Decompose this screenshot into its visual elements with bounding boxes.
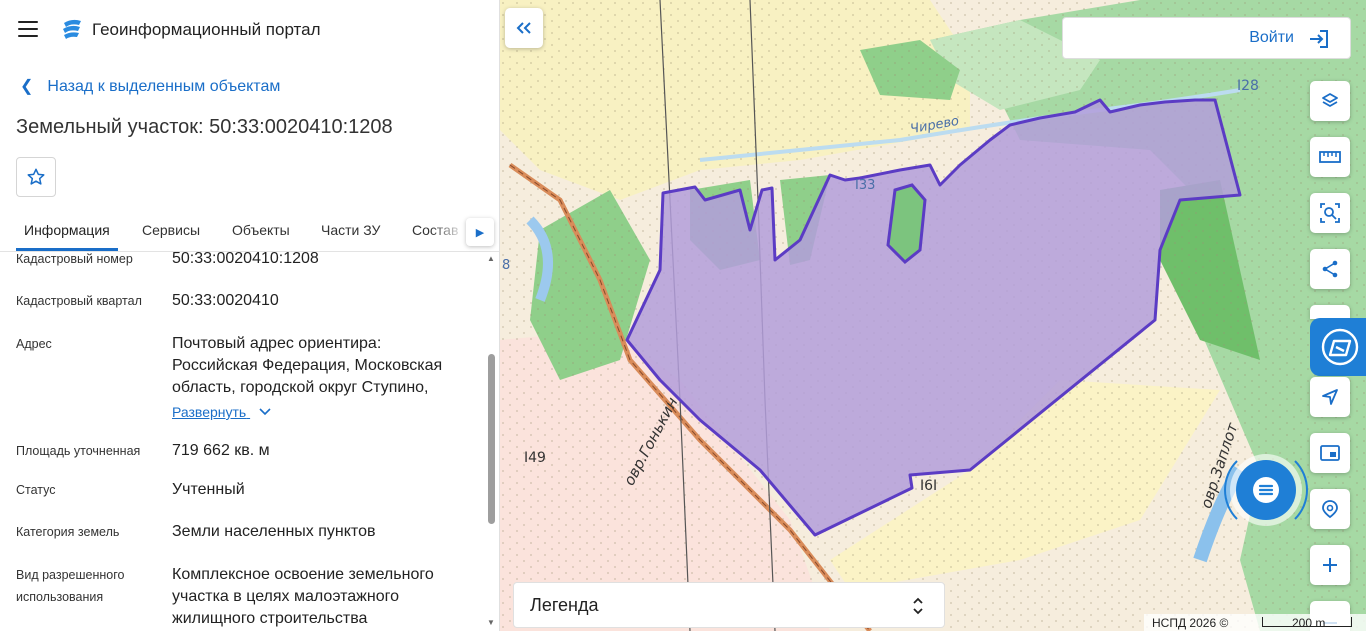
select-area-icon xyxy=(1320,203,1340,223)
active-tab-indicator xyxy=(16,248,118,251)
map-canvas[interactable]: I28 I33 I49 I6I 8 Чирево овр.Гонькин овр… xyxy=(500,0,1366,631)
map-base-layer xyxy=(500,0,1366,631)
layers-icon xyxy=(1322,93,1338,107)
info-panel: Геоинформационный портал ❮ Назад к выделе… xyxy=(0,0,500,631)
scroll-down-arrow[interactable]: ▼ xyxy=(487,618,495,627)
tab-bar: Информация Сервисы Объекты Части ЗУ Сост… xyxy=(0,210,499,252)
search-map-button[interactable] xyxy=(1310,489,1350,529)
tab-parcel-parts[interactable]: Части ЗУ xyxy=(321,222,380,238)
back-link-label: Назад к выделенным объектам xyxy=(47,78,281,95)
feedback-button[interactable] xyxy=(1310,318,1366,376)
map-attribution: НСПД 2026 © 200 m xyxy=(1144,614,1366,631)
ruler-icon xyxy=(1319,151,1341,163)
expand-collapse-icon xyxy=(913,597,923,615)
prop-value: 50:33:0020410:1208 xyxy=(172,252,319,267)
prop-label: Кадастровый квартал xyxy=(16,294,142,308)
chevron-right-icon: ▶ xyxy=(475,226,485,239)
favorite-button[interactable] xyxy=(16,157,56,197)
prop-label: Площадь уточненная xyxy=(16,444,141,458)
properties-scrollbar[interactable]: ▲ ▼ xyxy=(486,252,498,631)
share-icon xyxy=(1322,260,1338,278)
copyright-text: НСПД 2026 © xyxy=(1152,616,1229,630)
usage-line-3: жилищного строительства xyxy=(172,610,368,627)
collapse-panel-button[interactable] xyxy=(505,8,543,48)
login-icon xyxy=(1310,30,1328,48)
login-button[interactable]: Войти xyxy=(1062,17,1351,59)
measure-button[interactable] xyxy=(1310,137,1350,177)
prop-label: использования xyxy=(16,590,104,604)
menu-icon[interactable] xyxy=(18,21,38,37)
select-area-button[interactable] xyxy=(1310,193,1350,233)
locate-icon xyxy=(1322,389,1338,405)
legend-toggle[interactable]: Легенда xyxy=(513,582,945,628)
prop-value: Учтенный xyxy=(172,481,245,498)
prop-value: 50:33:0020410 xyxy=(172,292,279,309)
prop-label: Статус xyxy=(16,483,56,497)
tab-services[interactable]: Сервисы xyxy=(142,222,200,238)
tab-objects[interactable]: Объекты xyxy=(232,222,290,238)
share-button[interactable] xyxy=(1310,249,1350,289)
legend-title: Легенда xyxy=(530,595,599,615)
address-line-3: область, городской округ Ступино, xyxy=(172,379,429,396)
portal-logo-icon[interactable] xyxy=(60,17,84,41)
zoom-in-icon xyxy=(1323,558,1337,572)
prop-value: 719 662 кв. м xyxy=(172,442,270,459)
chat-icon xyxy=(1253,477,1279,503)
tabs-scroll-right-button[interactable]: ▶ xyxy=(466,218,494,246)
hidden-tool-button[interactable] xyxy=(1310,305,1350,319)
expand-address-link[interactable]: Развернуть xyxy=(172,404,272,420)
address-line-1: Почтовый адрес ориентира: xyxy=(172,335,382,352)
usage-line-2: участка в целях малоэтажного xyxy=(172,588,399,605)
usage-line-1: Комплексное освоение земельного xyxy=(172,566,434,583)
prop-value: Земли населенных пунктов xyxy=(172,523,376,540)
chevron-left-icon: ❮ xyxy=(20,78,34,95)
prop-label: Кадастровый номер xyxy=(16,252,133,266)
chevron-down-icon xyxy=(259,408,271,416)
back-link[interactable]: ❮ Назад к выделенным объектам xyxy=(20,76,280,96)
scrollbar-thumb[interactable] xyxy=(488,354,495,524)
properties-list: Кадастровый номер 50:33:0020410:1208 Кад… xyxy=(0,252,486,631)
object-title: Земельный участок: 50:33:0020410:1208 xyxy=(16,116,393,138)
prop-label: Категория земель xyxy=(16,525,120,539)
login-label: Войти xyxy=(1249,29,1294,46)
locate-button[interactable] xyxy=(1310,377,1350,417)
tab-fade xyxy=(430,212,466,250)
prop-label: Вид разрешенного xyxy=(16,568,125,582)
tab-information[interactable]: Информация xyxy=(24,222,110,238)
expand-label: Развернуть xyxy=(172,404,247,420)
prop-label: Адрес xyxy=(16,337,52,351)
address-line-2: Российская Федерация, Московская xyxy=(172,357,443,374)
chat-button[interactable] xyxy=(1236,460,1296,520)
zoom-in-button[interactable] xyxy=(1310,545,1350,585)
scale-label: 200 m xyxy=(1292,616,1326,630)
scroll-up-arrow[interactable]: ▲ xyxy=(487,254,495,263)
layers-button[interactable] xyxy=(1310,81,1350,121)
print-button[interactable] xyxy=(1310,433,1350,473)
print-icon xyxy=(1320,445,1340,461)
double-chevron-left-icon xyxy=(516,22,531,34)
feedback-icon xyxy=(1321,328,1359,366)
star-icon xyxy=(27,168,45,185)
app-title: Геоинформационный портал xyxy=(92,20,321,39)
top-bar: Геоинформационный портал xyxy=(0,0,499,60)
search-map-icon xyxy=(1322,500,1338,519)
